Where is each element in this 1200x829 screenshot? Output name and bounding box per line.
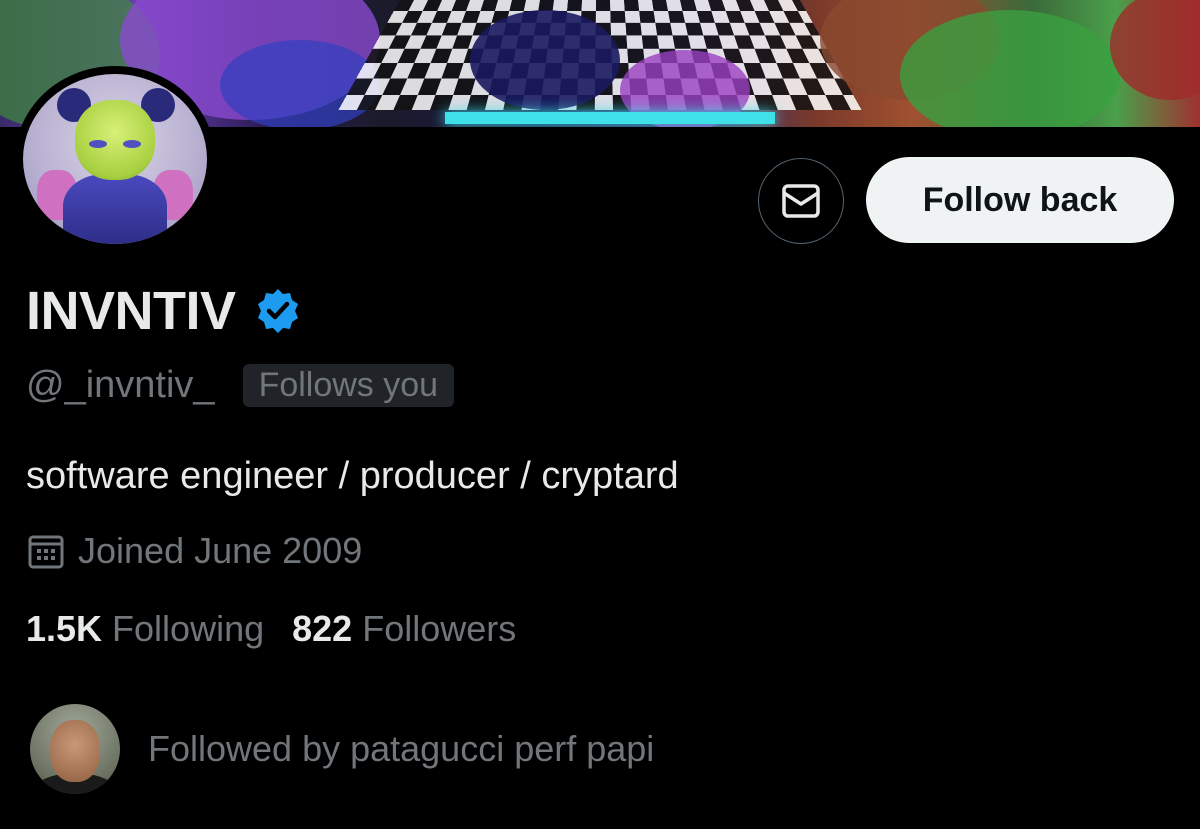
message-button[interactable] [758, 158, 844, 244]
following-label: Following [112, 608, 265, 649]
follows-you-badge: Follows you [242, 364, 455, 407]
profile-avatar[interactable] [15, 66, 215, 252]
calendar-icon [28, 535, 64, 569]
user-handle: @_invntiv_ [26, 364, 215, 406]
following-count: 1.5K [26, 608, 103, 649]
mail-icon [782, 184, 820, 218]
display-name: INVNTIV [26, 281, 236, 341]
verified-badge-icon [257, 289, 298, 333]
joined-date: Joined June 2009 [78, 530, 363, 571]
followed-by-text: Followed by patagucci perf papi [148, 728, 655, 769]
followed-by-row[interactable]: Followed by patagucci perf papi [30, 704, 654, 794]
followers-link[interactable]: 822 Followers [292, 608, 516, 650]
followers-count: 822 [292, 608, 353, 649]
profile-name-row: INVNTIV [26, 280, 302, 342]
follower-avatar [30, 704, 120, 794]
follow-back-button[interactable]: Follow back [866, 157, 1174, 243]
profile-bio: software engineer / producer / cryptard [26, 455, 679, 497]
followers-label: Followers [362, 608, 517, 649]
joined-date-row: Joined June 2009 [26, 530, 362, 572]
following-link[interactable]: 1.5K Following [26, 608, 264, 650]
handle-row: @_invntiv_ Follows you [26, 364, 455, 407]
follow-stats: 1.5K Following 822 Followers [26, 608, 516, 650]
